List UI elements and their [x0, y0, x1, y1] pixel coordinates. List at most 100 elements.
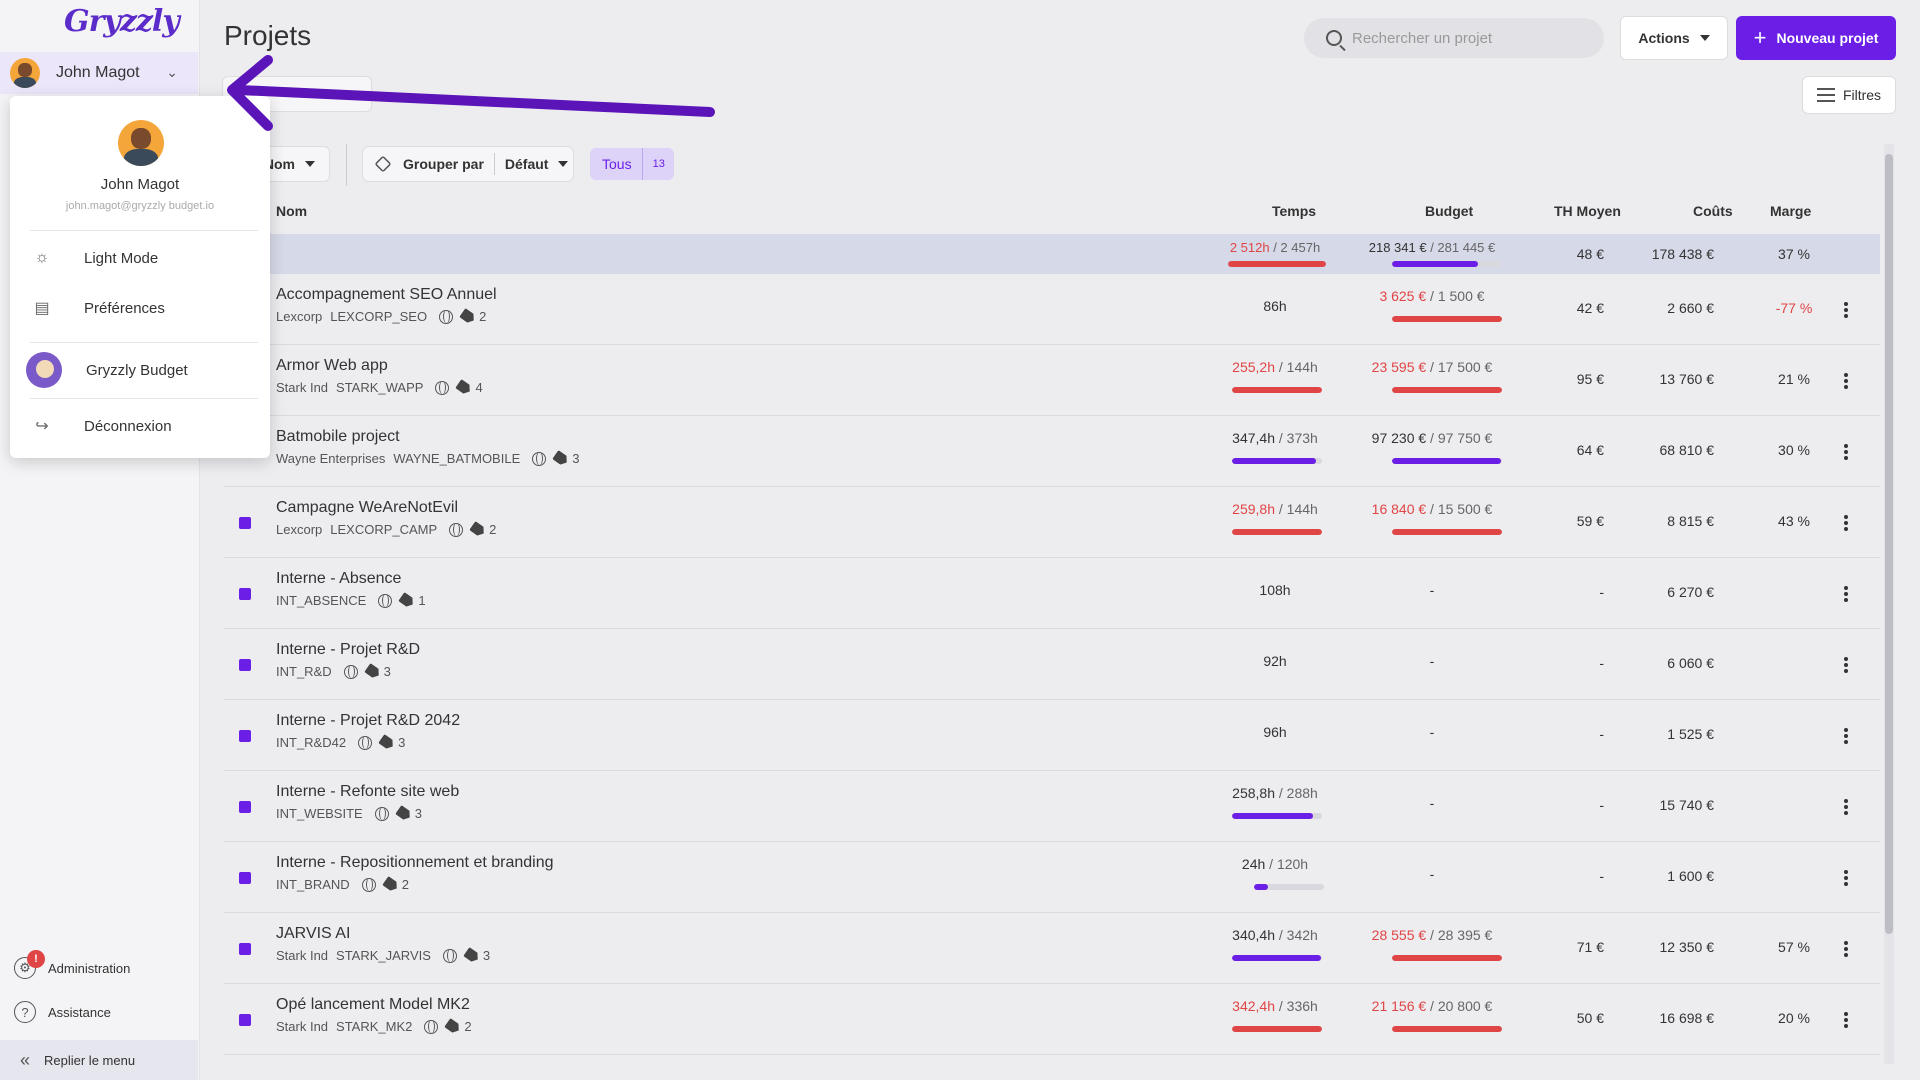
project-budget-total: 20 800 €: [1437, 998, 1493, 1014]
project-name[interactable]: Campagne WeAreNotEvil: [276, 499, 458, 517]
project-row[interactable]: Accompagnement SEO Annuel Lexcorp LEXCORP_…: [224, 274, 1880, 345]
search-input[interactable]: Rechercher un projet: [1304, 18, 1604, 58]
project-budget: 3 625 € / 1 500 €: [1379, 288, 1485, 304]
project-name[interactable]: Opé lancement Model MK2: [276, 996, 470, 1014]
collapse-menu-button[interactable]: « Replier le menu: [0, 1040, 198, 1080]
column-header-margin[interactable]: Marge: [1770, 203, 1811, 219]
column-header-time[interactable]: Temps: [1272, 203, 1316, 219]
project-row[interactable]: Batmobile project Wayne Enterprises WAYNE_…: [224, 416, 1880, 487]
project-name[interactable]: Interne - Projet R&D: [276, 641, 420, 659]
more-options-icon[interactable]: [1844, 444, 1848, 460]
tags-icon: [469, 521, 487, 538]
project-row[interactable]: Armor Web app Stark Ind STARK_WAPP 4 255,2h …: [224, 345, 1880, 416]
sidebar-item-assistance[interactable]: ? Assistance: [0, 997, 198, 1027]
project-row[interactable]: Opé lancement Model MK2 Stark Ind STARK_MK…: [224, 984, 1880, 1055]
search-placeholder: Rechercher un projet: [1352, 29, 1493, 47]
project-tag-count: 3: [572, 451, 580, 466]
project-tag-count: 3: [398, 735, 406, 750]
project-client: Stark Ind: [276, 948, 329, 963]
preferences-icon: ▤: [34, 300, 50, 317]
project-margin: 30 %: [1778, 442, 1810, 458]
gryzzly-logo[interactable]: Gryzzly: [64, 4, 180, 39]
project-color-marker: [239, 1014, 251, 1026]
project-time: 259,8h / 144h: [1232, 501, 1318, 517]
project-name[interactable]: Interne - Refonte site web: [276, 783, 459, 801]
project-time-total: 120h: [1276, 856, 1309, 872]
project-budget: -: [1354, 866, 1510, 882]
scrollbar-thumb[interactable]: [1885, 154, 1893, 934]
project-name[interactable]: Interne - Projet R&D 2042: [276, 712, 460, 730]
project-row[interactable]: Campagne WeAreNotEvil Lexcorp LEXCORP_CAMP…: [224, 487, 1880, 558]
column-header-costs[interactable]: Coûts: [1693, 203, 1733, 219]
project-name[interactable]: Batmobile project: [276, 428, 400, 446]
collapse-menu-label: Replier le menu: [44, 1052, 136, 1068]
project-budget: 97 230 € / 97 750 €: [1371, 430, 1493, 446]
project-row[interactable]: Interne - Refonte site web INT_WEBSITE 3 25…: [224, 771, 1880, 842]
column-header-name[interactable]: Nom: [276, 203, 307, 219]
more-options-icon[interactable]: [1844, 586, 1848, 602]
more-options-icon[interactable]: [1844, 515, 1848, 531]
project-name[interactable]: JARVIS AI: [276, 925, 350, 943]
more-options-icon[interactable]: [1844, 799, 1848, 815]
more-options-icon[interactable]: [1844, 1012, 1848, 1028]
menu-item-label: Préférences: [84, 299, 165, 317]
project-row[interactable]: Interne - Projet R&D 2042 INT_R&D42 3 96h - -…: [224, 700, 1880, 771]
totals-budget: 218 341 € / 281 445 €: [1368, 240, 1496, 255]
project-budget-used: -: [1429, 653, 1435, 669]
project-margin: 20 %: [1778, 1010, 1810, 1026]
project-costs: 13 760 €: [1659, 371, 1715, 387]
menu-item-light-mode[interactable]: ☼ Light Mode: [30, 240, 258, 276]
menu-item-gryzzly-budget[interactable]: Gryzzly Budget: [26, 352, 258, 388]
totals-budget-bar: [1392, 261, 1502, 267]
project-row[interactable]: Interne - Repositionnement et branding IN…: [224, 842, 1880, 913]
project-avg-rate: 50 €: [1576, 1010, 1604, 1026]
more-options-icon[interactable]: [1844, 941, 1848, 957]
project-time-bar-fill: [1254, 884, 1268, 890]
project-name[interactable]: Interne - Repositionnement et branding: [276, 854, 554, 872]
more-options-icon[interactable]: [1844, 657, 1848, 673]
notification-badge: !: [27, 950, 45, 968]
actions-button[interactable]: Actions: [1620, 16, 1728, 60]
sidebar-item-administration[interactable]: ⚙ ! Administration: [0, 950, 198, 983]
menu-item-preferences[interactable]: ▤ Préférences: [30, 290, 258, 326]
project-budget-bar-fill: [1392, 316, 1502, 322]
column-header-budget[interactable]: Budget: [1425, 203, 1473, 219]
project-color-marker: [239, 659, 251, 671]
more-options-icon[interactable]: [1844, 373, 1848, 389]
filters-icon: [1816, 88, 1835, 102]
totals-budget-total: 281 445 €: [1437, 240, 1496, 255]
project-name[interactable]: Interne - Absence: [276, 570, 401, 588]
more-options-icon[interactable]: [1844, 302, 1848, 318]
project-code: INT_WEBSITE: [276, 806, 363, 821]
project-time: 24h / 120h: [1241, 856, 1309, 872]
caret-down-icon: [1699, 35, 1710, 41]
project-avg-rate: -: [1599, 584, 1604, 600]
group-by-dropdown[interactable]: Grouper par Défaut: [362, 146, 574, 182]
project-row[interactable]: JARVIS AI Stark Ind STARK_JARVIS 3 340,4h / …: [224, 913, 1880, 984]
user-menu-toggle[interactable]: John Magot ⌄: [0, 52, 198, 94]
project-budget-bar: [1392, 529, 1502, 535]
project-time-used: 24h: [1241, 856, 1266, 872]
project-time-used: 347,4h: [1232, 430, 1275, 446]
project-color-marker: [239, 517, 251, 529]
project-code: STARK_WAPP: [336, 380, 424, 395]
project-avg-rate: -: [1599, 726, 1604, 742]
project-row[interactable]: Interne - Projet R&D INT_R&D 3 92h - - 6 060 €: [224, 629, 1880, 700]
project-budget-bar: [1392, 316, 1502, 322]
project-code: INT_ABSENCE: [276, 593, 367, 608]
project-name[interactable]: Accompagnement SEO Annuel: [276, 286, 497, 304]
project-code: STARK_MK2: [336, 1019, 413, 1034]
column-header-avg-rate[interactable]: TH Moyen: [1554, 203, 1621, 219]
project-name[interactable]: Armor Web app: [276, 357, 388, 375]
menu-item-logout[interactable]: ↪ Déconnexion: [30, 408, 258, 444]
more-options-icon[interactable]: [1844, 728, 1848, 744]
filters-button[interactable]: Filtres: [1802, 76, 1896, 114]
more-options-icon[interactable]: [1844, 870, 1848, 886]
project-row[interactable]: Interne - Absence INT_ABSENCE 1 108h - - 6 270…: [224, 558, 1880, 629]
project-client: Wayne Enterprises: [276, 451, 386, 466]
table-scrollbar[interactable]: [1884, 144, 1894, 1064]
tags-icon: [364, 663, 382, 680]
status-filter-all[interactable]: Tous 13: [590, 148, 674, 180]
new-project-button[interactable]: + Nouveau projet: [1736, 16, 1896, 60]
project-tag-count: 1: [418, 593, 426, 608]
